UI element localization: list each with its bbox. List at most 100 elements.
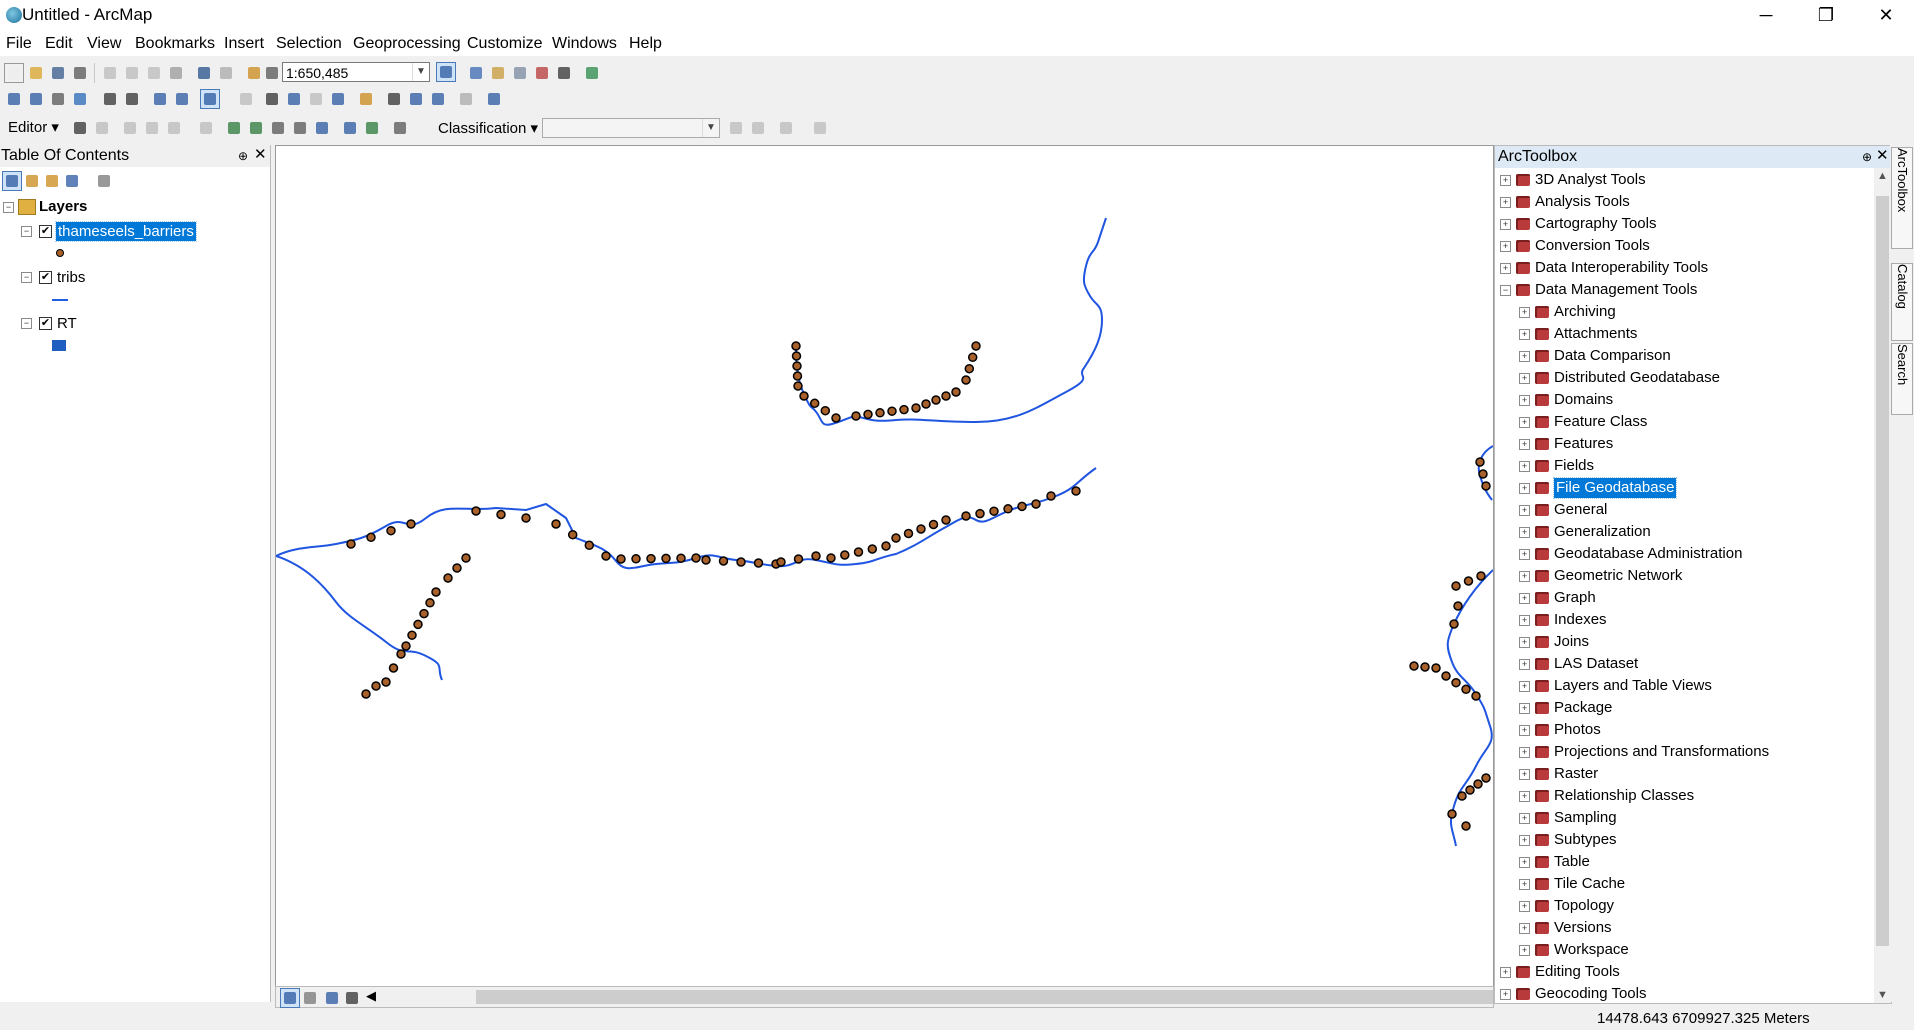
barrier-point[interactable] [791,351,802,361]
barrier-point[interactable] [419,608,429,619]
barrier-point[interactable] [840,550,850,560]
expand-toggle-icon[interactable]: + [1519,769,1530,780]
expand-toggle-icon[interactable]: + [1500,263,1511,274]
menu-windows[interactable]: Windows [552,35,617,53]
full-extent-globe-icon[interactable] [70,89,90,109]
rotate-tool-icon[interactable] [312,118,332,138]
barrier-point[interactable] [443,573,453,583]
barrier-point[interactable] [941,391,951,401]
add-data-icon[interactable] [244,63,264,83]
go-forward-icon[interactable] [172,89,192,109]
go-back-icon[interactable] [150,89,170,109]
barrier-point[interactable] [1473,779,1483,789]
barrier-point[interactable] [967,352,978,363]
layer-name-rt[interactable]: RT [57,315,77,332]
barrier-point[interactable] [903,528,914,539]
menu-view[interactable]: View [87,35,121,53]
barrier-point[interactable] [921,399,931,409]
barrier-point[interactable] [1451,677,1461,688]
barrier-point[interactable] [881,541,891,551]
list-by-drawing-order-icon[interactable] [2,171,22,191]
select-elements-arrow-icon[interactable] [262,89,282,109]
expand-toggle-icon[interactable]: + [1519,571,1530,582]
editor-menu[interactable]: Editor ▾ [8,118,59,136]
arctoolbox-close-button[interactable]: ✕ [1876,145,1889,167]
barrier-point[interactable] [386,525,396,536]
expand-toggle-icon[interactable]: + [1519,439,1530,450]
menu-bookmarks[interactable]: Bookmarks [135,35,215,53]
barrier-point[interactable] [691,553,701,563]
barrier-point[interactable] [887,406,897,416]
barrier-point[interactable] [1461,684,1471,695]
barrier-point[interactable] [928,519,939,530]
barrier-point[interactable] [646,553,656,564]
barrier-point[interactable] [406,519,416,529]
paste-icon[interactable] [144,63,164,83]
html-popup-icon[interactable] [306,89,326,109]
barrier-point[interactable] [867,544,878,554]
new-document-icon[interactable] [4,63,24,83]
barrier-point[interactable] [551,519,561,529]
pin-icon[interactable]: ⊕ [1862,146,1872,168]
barrier-point[interactable] [791,341,801,351]
barrier-point[interactable] [1409,661,1419,671]
menu-selection[interactable]: Selection [276,35,342,53]
hyperlink-icon[interactable] [328,89,348,109]
copy-icon[interactable] [122,63,142,83]
create-features-icon[interactable] [390,118,410,138]
layer-visibility-checkbox[interactable]: ✔ [39,225,52,238]
expand-toggle-icon[interactable]: + [1519,637,1530,648]
barrier-point[interactable] [1463,576,1474,586]
barrier-point[interactable] [371,681,381,691]
barrier-point[interactable] [1478,469,1488,479]
barrier-point[interactable] [853,547,864,557]
menu-help[interactable]: Help [629,35,662,53]
cut-polygons-icon[interactable] [268,118,288,138]
barrier-point[interactable] [1481,773,1491,783]
chevron-down-icon[interactable]: ▼ [412,63,429,81]
fixed-zoom-in-icon[interactable] [100,89,120,109]
barrier-point[interactable] [809,398,820,409]
barrier-point[interactable] [631,554,641,564]
scroll-down-icon[interactable]: ▼ [1874,989,1891,1001]
barrier-point[interactable] [776,557,786,567]
menu-edit[interactable]: Edit [45,35,73,53]
chevron-down-icon[interactable]: ▼ [702,119,719,137]
maximize-button[interactable]: ❐ [1796,0,1856,32]
barrier-point[interactable] [616,554,626,564]
classification-clear-icon[interactable] [748,118,768,138]
fixed-zoom-out-icon[interactable] [122,89,142,109]
barrier-point[interactable] [799,391,809,401]
barrier-point[interactable] [793,381,803,391]
barrier-point[interactable] [701,555,711,565]
time-slider-icon[interactable] [456,89,476,109]
barrier-point[interactable] [1071,486,1081,496]
open-folder-icon[interactable] [26,63,46,83]
arctoolbox-window-icon[interactable] [532,63,552,83]
zoom-out-icon[interactable] [26,89,46,109]
list-by-source-icon[interactable] [22,171,42,191]
barrier-point[interactable] [471,506,481,516]
barrier-point[interactable] [753,558,764,568]
barrier-point[interactable] [971,341,981,351]
horizontal-scrollbar[interactable] [476,990,1493,1004]
expand-toggle-icon[interactable]: + [1519,857,1530,868]
pause-drawing-icon[interactable] [342,988,362,1008]
straight-segment-icon[interactable] [120,118,140,138]
find-binoculars-icon[interactable] [384,89,404,109]
python-window-icon[interactable] [554,63,574,83]
collapse-toggle-icon[interactable]: − [1500,285,1511,296]
expand-toggle-icon[interactable]: + [1519,681,1530,692]
classification-layer-combo[interactable]: ▼ [542,118,720,138]
expand-toggle-icon[interactable]: + [1519,923,1530,934]
barrier-point[interactable] [964,363,975,374]
layer-name-thameseels-barriers[interactable]: thameseels_barriers [55,221,197,242]
delete-icon[interactable] [166,63,186,83]
expand-toggle-icon[interactable]: + [1519,791,1530,802]
minimize-button[interactable]: ─ [1736,0,1796,32]
scroll-up-icon[interactable]: ▲ [1874,170,1891,182]
expand-toggle-icon[interactable]: + [1519,703,1530,714]
close-button[interactable]: ✕ [1856,0,1914,32]
classification-select-icon[interactable] [810,118,830,138]
expand-toggle-icon[interactable]: + [1519,659,1530,670]
